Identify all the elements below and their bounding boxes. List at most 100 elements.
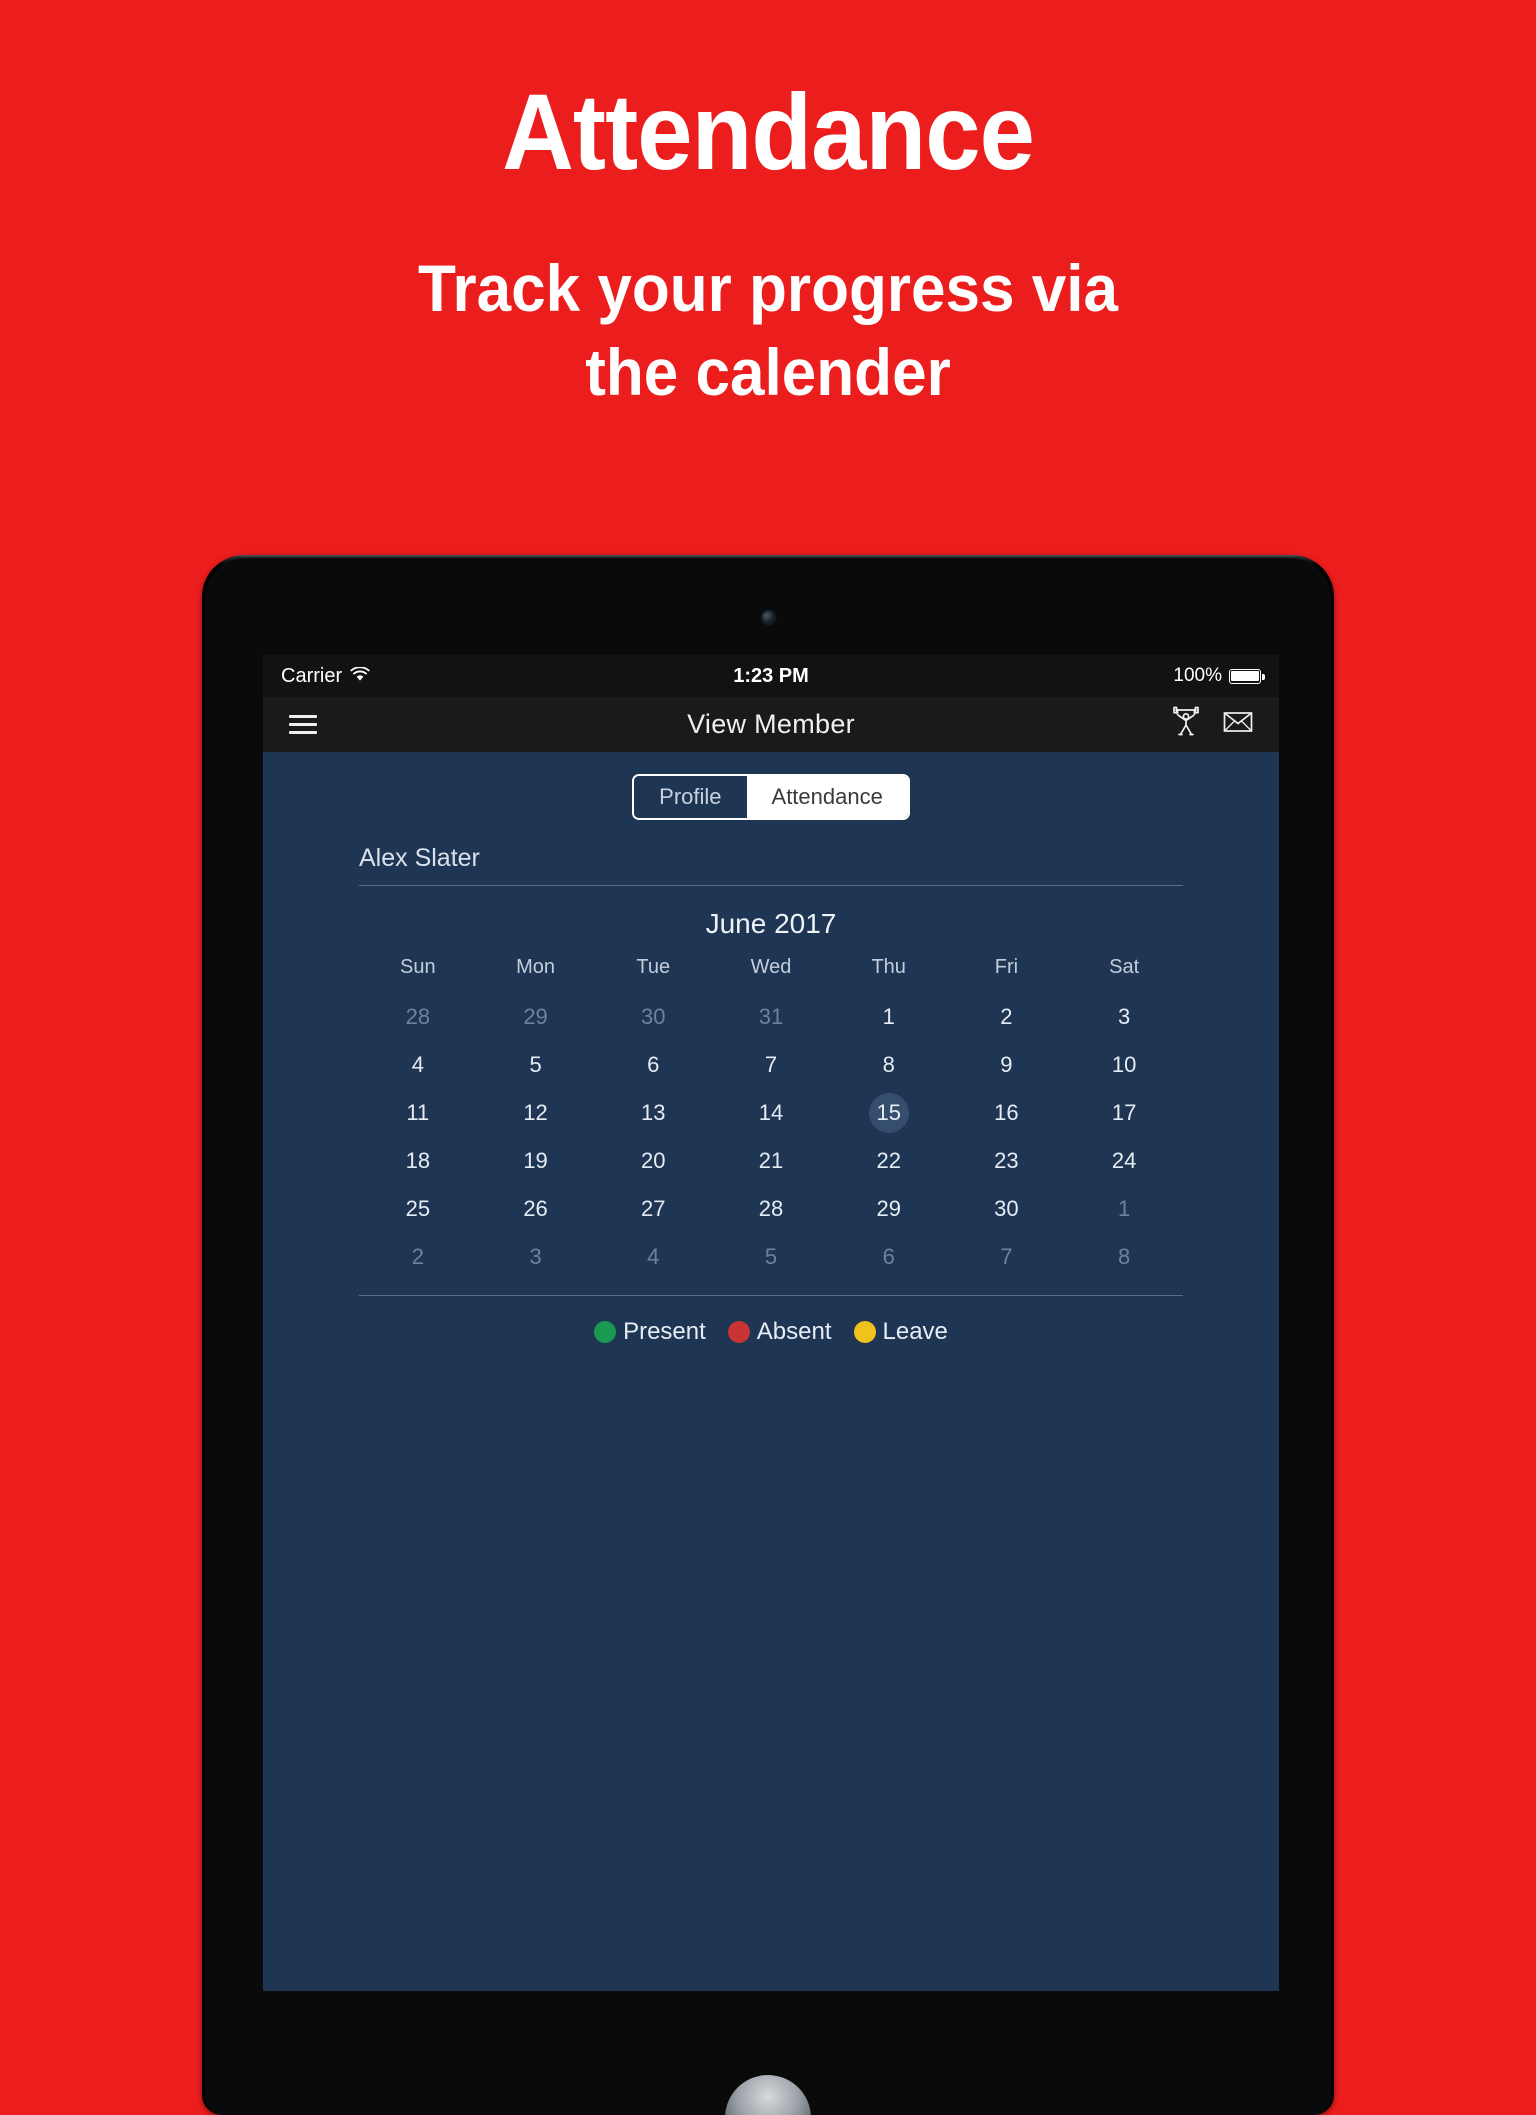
calendar-day-cell[interactable]: 31 [712, 993, 830, 1041]
status-bar-clock: 1:23 PM [733, 664, 809, 687]
calendar-day-cell[interactable]: 30 [594, 993, 712, 1041]
calendar-day-cell[interactable]: 14 [712, 1089, 830, 1137]
front-camera-icon [761, 611, 775, 624]
tab-profile[interactable]: Profile [634, 776, 747, 818]
calendar-weekday-sun: Sun [400, 956, 436, 978]
calendar-day-cell[interactable]: 7 [712, 1041, 830, 1089]
calendar-day-number: 22 [876, 1148, 901, 1173]
calendar-day-number: 24 [1111, 1148, 1137, 1173]
tab-attendance[interactable]: Attendance [746, 776, 908, 818]
calendar-day-cell[interactable]: 6 [594, 1041, 712, 1089]
calendar-day-number: 1 [882, 1004, 895, 1029]
calendar-day-cell[interactable]: 22 [830, 1137, 948, 1185]
calendar-day-number: 10 [1111, 1052, 1137, 1077]
calendar-day-cell[interactable]: 4 [594, 1233, 712, 1281]
calendar-day-number: 29 [876, 1196, 901, 1221]
calendar-day-cell[interactable]: 18 [359, 1137, 477, 1185]
calendar-weekday-tue: Tue [636, 956, 671, 978]
calendar-day-number: 11 [406, 1100, 430, 1125]
navigation-bar: View Member [263, 697, 1279, 752]
calendar-day-cell[interactable]: 16 [948, 1089, 1066, 1137]
tablet-bezel: Carrier 1:23 PM 100% View Member Profile… [205, 558, 1331, 2115]
calendar-day-number: 14 [758, 1100, 784, 1125]
calendar-weekday-row: Sun Mon Tue Wed Thu Fri Sat [359, 956, 1183, 993]
promo-subtitle-line-2: the calender [585, 335, 951, 410]
calendar-month-label: June 2017 [705, 908, 837, 939]
calendar-day-cell[interactable]: 23 [948, 1137, 1066, 1185]
page-title: Attendance [502, 71, 1035, 192]
calendar-day-number: 9 [1000, 1052, 1013, 1077]
status-bar-right: 100% [809, 665, 1265, 687]
calendar-day-cell[interactable]: 24 [1065, 1137, 1183, 1185]
calendar-weekday-fri: Fri [994, 956, 1019, 978]
attendance-calendar: June 2017 Sun Mon Tue Wed Thu Fri Sat 28 29 30 31… [359, 886, 1183, 1296]
legend-item-present: Present [594, 1318, 706, 1346]
hamburger-menu-icon[interactable] [289, 710, 317, 738]
calendar-day-number: 6 [647, 1052, 660, 1077]
battery-percent-label: 100% [1173, 665, 1222, 686]
envelope-icon[interactable] [1223, 710, 1253, 739]
calendar-day-cell[interactable]: 17 [1065, 1089, 1183, 1137]
legend-color-dot-absent [727, 1321, 750, 1343]
calendar-divider [359, 1295, 1183, 1296]
calendar-day-cell[interactable]: 12 [477, 1089, 595, 1137]
calendar-day-cell[interactable]: 4 [359, 1041, 477, 1089]
calendar-day-cell[interactable]: 13 [594, 1089, 712, 1137]
calendar-day-cell[interactable]: 28 [712, 1185, 830, 1233]
calendar-day-number: 5 [529, 1052, 542, 1077]
calendar-day-cell[interactable]: 20 [594, 1137, 712, 1185]
calendar-day-cell[interactable]: 8 [830, 1041, 948, 1089]
calendar-day-cell[interactable]: 28 [359, 993, 477, 1041]
calendar-day-cell[interactable]: 25 [359, 1185, 477, 1233]
calendar-day-number: 5 [764, 1244, 778, 1269]
calendar-day-cell[interactable]: 3 [1065, 993, 1183, 1041]
calendar-day-number: 7 [764, 1052, 778, 1077]
weightlifter-icon[interactable] [1171, 706, 1201, 743]
calendar-day-cell[interactable]: 2 [359, 1233, 477, 1281]
calendar-day-number: 30 [641, 1004, 666, 1029]
calendar-day-cell[interactable]: 7 [948, 1233, 1066, 1281]
calendar-day-grid: 28 29 30 31 1 2 3 4 5 6 7 8 9 10 11 12 13 14 15 16 17 18 19 20 2… [359, 993, 1183, 1281]
legend-item-absent: Absent [727, 1318, 832, 1346]
calendar-day-cell[interactable]: 10 [1065, 1041, 1183, 1089]
segmented-control: Profile Attendance [632, 774, 910, 820]
calendar-day-number: 20 [641, 1148, 666, 1173]
calendar-day-number: 13 [641, 1100, 666, 1125]
calendar-day-cell[interactable]: 5 [477, 1041, 595, 1089]
carrier-label: Carrier [281, 664, 343, 687]
calendar-day-cell[interactable]: 9 [948, 1041, 1066, 1089]
calendar-day-cell[interactable]: 1 [830, 993, 948, 1041]
legend-label: Absent [756, 1318, 832, 1345]
calendar-day-cell[interactable]: 1 [1065, 1185, 1183, 1233]
calendar-day-cell[interactable]: 30 [948, 1185, 1066, 1233]
calendar-day-number: 19 [523, 1148, 548, 1173]
calendar-day-number: 28 [405, 1004, 431, 1029]
member-header: Alex Slater [359, 844, 1183, 886]
calendar-day-cell[interactable]: 27 [594, 1185, 712, 1233]
calendar-day-number: 1 [1118, 1196, 1131, 1221]
promo-subtitle-line-1: Track your progress via [417, 251, 1119, 325]
calendar-day-cell[interactable]: 26 [477, 1185, 595, 1233]
calendar-weekday-wed: Wed [750, 956, 792, 978]
calendar-day-cell[interactable]: 2 [948, 993, 1066, 1041]
legend-label: Leave [882, 1318, 948, 1345]
calendar-day-cell[interactable]: 11 [359, 1089, 477, 1137]
calendar-day-cell[interactable]: 3 [477, 1233, 595, 1281]
calendar-day-number: 25 [405, 1196, 431, 1221]
calendar-day-cell[interactable]: 29 [477, 993, 595, 1041]
tablet-device-frame: Carrier 1:23 PM 100% View Member Profile… [202, 555, 1334, 2115]
legend-color-dot-present [594, 1321, 617, 1343]
calendar-day-cell[interactable]: 15 [830, 1089, 948, 1137]
legend-label: Present [623, 1318, 706, 1345]
attendance-legend: Present Absent Leave [263, 1318, 1279, 1346]
status-bar-left: Carrier [281, 665, 733, 688]
promo-banner: Attendance Track your progress via the c… [0, 0, 1536, 415]
calendar-day-cell[interactable]: 29 [830, 1185, 948, 1233]
calendar-day-cell[interactable]: 6 [830, 1233, 948, 1281]
legend-item-leave: Leave [853, 1318, 948, 1346]
calendar-day-cell[interactable]: 19 [477, 1137, 595, 1185]
calendar-day-cell[interactable]: 21 [712, 1137, 830, 1185]
calendar-day-cell[interactable]: 8 [1065, 1233, 1183, 1281]
calendar-day-cell[interactable]: 5 [712, 1233, 830, 1281]
navbar-title: View Member [687, 709, 855, 739]
